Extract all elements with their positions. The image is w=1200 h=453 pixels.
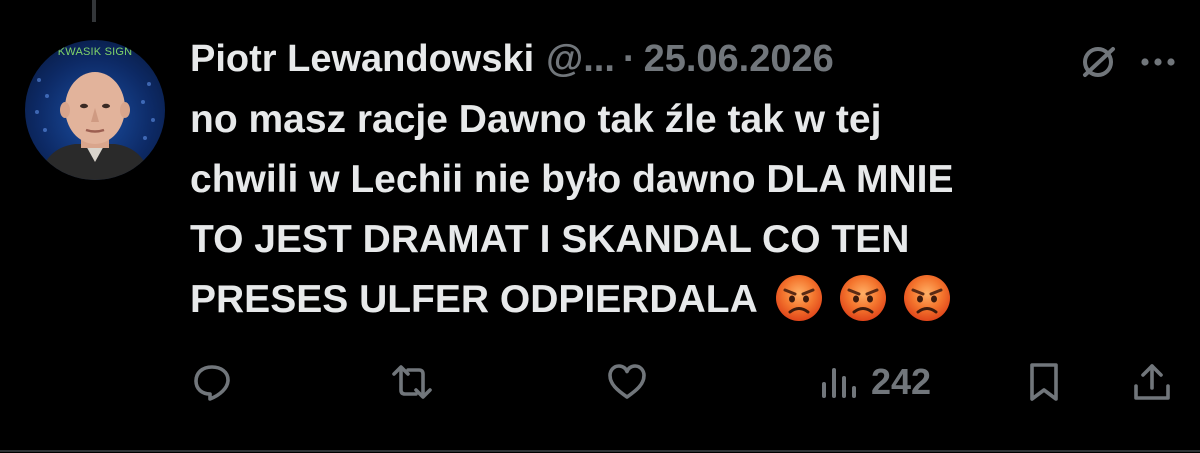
angry-face-icon bbox=[775, 274, 822, 321]
thread-line bbox=[92, 0, 96, 22]
avatar[interactable]: KWASIK SIGN bbox=[25, 40, 165, 180]
angry-face-icon bbox=[839, 274, 886, 321]
more-options-icon[interactable] bbox=[1136, 40, 1180, 84]
tweet-actions: 242 bbox=[190, 352, 1180, 412]
reply-button[interactable] bbox=[190, 352, 234, 412]
tweet-header: Piotr Lewandowski @... · 25.06.2026 bbox=[190, 30, 1180, 88]
retweet-icon bbox=[392, 365, 432, 399]
avatar-banner-text: KWASIK SIGN bbox=[57, 46, 133, 58]
share-button[interactable] bbox=[1130, 352, 1174, 412]
angry-face-icon bbox=[903, 274, 950, 321]
views-count: 242 bbox=[871, 361, 932, 402]
author-handle[interactable]: @... bbox=[546, 38, 615, 81]
views-button[interactable]: 242 bbox=[815, 352, 931, 412]
heart-icon bbox=[608, 364, 646, 399]
reply-icon bbox=[194, 365, 230, 401]
retweet-button[interactable] bbox=[390, 352, 434, 412]
views-icon bbox=[822, 368, 856, 398]
share-icon bbox=[1134, 364, 1170, 400]
tweet[interactable]: Piotr Lewandowski @... · 25.06.2026 no m… bbox=[190, 30, 1180, 330]
separator-dot: · bbox=[622, 37, 636, 80]
author-name[interactable]: Piotr Lewandowski bbox=[190, 38, 534, 81]
emoji-group bbox=[774, 273, 952, 323]
tweet-text-line: no masz racje Dawno tak źle tak w tej bbox=[190, 98, 882, 141]
bookmark-icon bbox=[1030, 363, 1058, 401]
tweet-date[interactable]: 25.06.2026 bbox=[644, 38, 834, 81]
tweet-text: no masz racje Dawno tak źle tak w tej ch… bbox=[190, 90, 1090, 330]
avatar-photo bbox=[35, 72, 155, 180]
tweet-text-line: chwili w Lechii nie było dawno DLA MNIE bbox=[190, 158, 954, 201]
bookmark-button[interactable] bbox=[1022, 352, 1066, 412]
tweet-text-line-last: PRESES ULFER ODPIERDALA bbox=[190, 270, 1090, 330]
grok-icon[interactable] bbox=[1076, 40, 1120, 84]
like-button[interactable] bbox=[605, 352, 649, 412]
divider bbox=[0, 450, 1200, 452]
tweet-text-line: TO JEST DRAMAT I SKANDAL CO TEN bbox=[190, 218, 910, 261]
tweet-text-line: PRESES ULFER ODPIERDALA bbox=[190, 278, 758, 321]
